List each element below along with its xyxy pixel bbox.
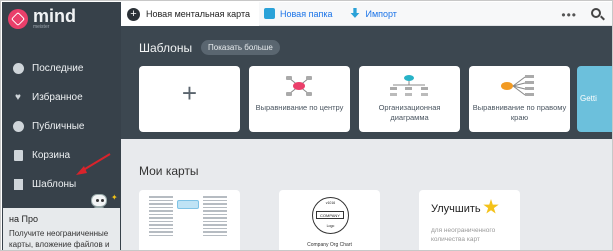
app-window: mind meister Последние ♥ Избранное Публи…: [0, 0, 613, 251]
template-icon: [12, 179, 24, 191]
map-root-node: [177, 200, 199, 209]
trash-icon: [12, 150, 24, 162]
import-button[interactable]: Импорт: [344, 2, 397, 25]
sidebar-item-label: Корзина: [32, 150, 71, 161]
logo-subtext: meister: [33, 24, 50, 30]
template-card-center[interactable]: Выравнивание по центру: [249, 66, 350, 132]
seal-bottom-text: Logo: [326, 224, 335, 228]
templates-section: Шаблоны Показать больше + Выравнивание п…: [121, 26, 612, 139]
sidebar-item-label: Шаблоны: [32, 179, 77, 190]
sidebar-item-recent[interactable]: Последние: [2, 54, 121, 83]
template-card-getting-started[interactable]: Getti: [577, 66, 612, 132]
new-map-label: Новая ментальная карта: [146, 9, 251, 19]
pro-text-line1: Получите неограниченные: [9, 229, 109, 238]
sidebar-item-favorites[interactable]: ♥ Избранное: [2, 83, 121, 112]
import-label: Импорт: [365, 8, 397, 19]
template-card-blank[interactable]: +: [139, 66, 240, 132]
upgrade-card[interactable]: Улучшить для неограниченного количества …: [419, 190, 520, 250]
template-label: Getti: [580, 94, 597, 103]
upgrade-description: для неограниченного количества карт: [431, 227, 496, 243]
plus-icon: +: [127, 7, 140, 21]
template-label: Выравнивание по правому краю: [472, 103, 567, 122]
my-maps-title: Мои карты: [139, 164, 199, 178]
more-options-icon[interactable]: •••: [561, 8, 577, 22]
globe-icon: [12, 121, 24, 133]
pro-title: на Про: [9, 214, 38, 224]
center-layout-icon: [286, 76, 312, 96]
pro-text-line2: карты, вложение файлов и: [9, 240, 110, 249]
right-layout-icon: [501, 75, 534, 96]
org-chart-icon: [390, 75, 428, 96]
logo[interactable]: mind: [8, 5, 76, 35]
template-card-right[interactable]: Выравнивание по правому краю: [469, 66, 570, 132]
new-folder-button[interactable]: Новая папка: [259, 2, 332, 25]
template-label: Организационная диаграмма: [378, 103, 441, 122]
star-badge-icon: [483, 199, 499, 214]
folder-icon: [264, 8, 275, 19]
logo-icon: [8, 9, 28, 29]
sidebar: mind meister Последние ♥ Избранное Публи…: [2, 2, 121, 250]
seal-word: COMPANY: [316, 211, 344, 219]
import-icon: [350, 8, 360, 18]
template-card-org-chart[interactable]: Организационная диаграмма: [359, 66, 460, 132]
sidebar-item-label: Публичные: [32, 121, 85, 132]
map-thumbnail: [149, 196, 173, 238]
upgrade-title: Улучшить: [431, 203, 481, 215]
seal-top-text: v1016: [325, 201, 336, 205]
map-card-1[interactable]: [139, 190, 240, 250]
sidebar-item-public[interactable]: Публичные: [2, 112, 121, 141]
new-folder-label: Новая папка: [280, 8, 333, 19]
search-icon[interactable]: [591, 8, 601, 18]
template-label: Выравнивание по центру: [255, 103, 344, 112]
map-caption: Company Org Chart: [307, 242, 352, 248]
pro-upgrade-banner[interactable]: на Про Получите неограниченные карты, вл…: [3, 208, 120, 250]
heart-icon: ♥: [15, 92, 21, 103]
show-more-button[interactable]: Показать больше: [201, 40, 280, 55]
main-content: Шаблоны Показать больше + Выравнивание п…: [121, 26, 612, 250]
sparkle-icon: ✦: [111, 193, 118, 202]
red-arrow-annotation: [76, 153, 111, 175]
plus-icon: +: [181, 78, 198, 108]
templates-title: Шаблоны: [139, 41, 193, 55]
sidebar-item-label: Избранное: [32, 92, 83, 103]
map-card-org-chart[interactable]: v1016 COMPANY Logo Company Org Chart: [279, 190, 380, 250]
toolbar: + Новая ментальная карта Новая папка Имп…: [121, 2, 612, 26]
sidebar-item-label: Последние: [32, 63, 84, 74]
new-map-button[interactable]: + Новая ментальная карта: [121, 2, 259, 26]
clock-icon: [12, 63, 24, 75]
map-thumbnail: [203, 196, 227, 238]
company-logo-seal: v1016 COMPANY Logo: [312, 197, 349, 234]
